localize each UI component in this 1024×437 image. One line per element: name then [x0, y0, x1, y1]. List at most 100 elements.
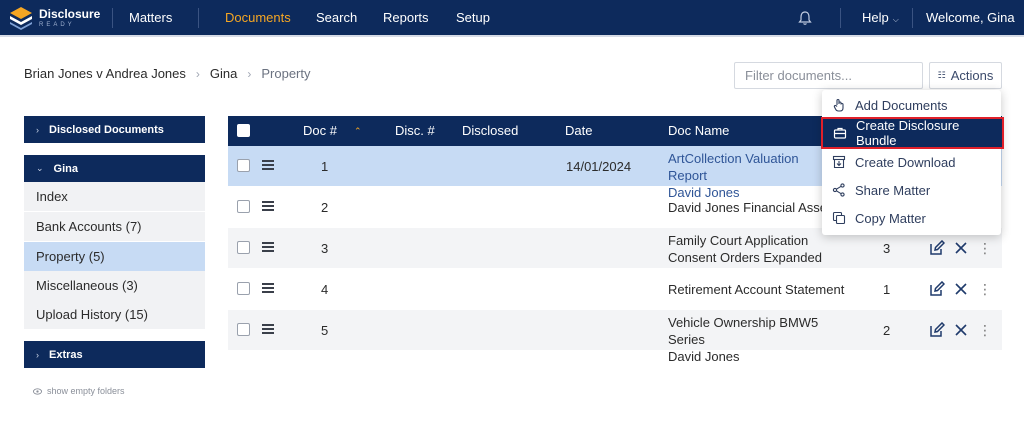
doc-name-line: David Jones: [668, 349, 740, 364]
nav-divider: [912, 8, 913, 28]
menu-item-create-disclosure-bundle[interactable]: Create Disclosure Bundle: [821, 117, 1004, 149]
column-date[interactable]: Date: [565, 116, 592, 146]
menu-item-create-download[interactable]: Create Download: [822, 148, 1001, 176]
grid-icon: ☷: [937, 70, 946, 80]
drag-handle-icon[interactable]: [262, 283, 274, 293]
row-checkbox[interactable]: [237, 323, 250, 336]
disclosure-ready-logo[interactable]: Disclosure READY: [8, 5, 108, 31]
hand-pointer-icon: [833, 98, 844, 112]
sidebar-extras[interactable]: › Extras: [24, 341, 205, 368]
sort-ascending-icon[interactable]: ⌃: [354, 116, 362, 146]
more-options-icon[interactable]: ⋮: [978, 239, 992, 257]
doc-number: 1: [321, 159, 329, 174]
doc-name-line: Vehicle Ownership BMW5 Series: [668, 315, 819, 347]
help-label: Help: [862, 10, 889, 25]
chevron-right-icon: ›: [195, 66, 200, 81]
menu-item-label: Share Matter: [855, 182, 931, 198]
table-row[interactable]: 5 Vehicle Ownership BMW5 Series David Jo…: [228, 310, 1002, 364]
doc-name[interactable]: David Jones Financial Assets: [668, 199, 837, 216]
doc-number: 2: [321, 200, 329, 215]
sidebar-item-miscellaneous[interactable]: Miscellaneous (3): [24, 271, 205, 301]
doc-pages: 1: [883, 282, 891, 297]
breadcrumb: Brian Jones v Andrea Jones › Gina › Prop…: [24, 66, 311, 81]
archive-download-icon: [832, 155, 846, 169]
menu-item-share-matter[interactable]: Share Matter: [822, 176, 1001, 204]
nav-documents[interactable]: Documents: [225, 0, 291, 35]
doc-name[interactable]: Retirement Account Statement: [668, 281, 844, 298]
more-options-icon[interactable]: ⋮: [978, 280, 992, 298]
row-checkbox[interactable]: [237, 200, 250, 213]
delete-x-icon[interactable]: [953, 281, 969, 297]
nav-divider: [198, 8, 199, 28]
breadcrumb-current: Property: [261, 66, 311, 81]
top-navigation-bar: Disclosure READY Matters Documents Searc…: [0, 0, 1024, 35]
doc-name[interactable]: Family Court Application Consent Orders …: [668, 232, 828, 266]
more-options-icon[interactable]: ⋮: [978, 321, 992, 339]
row-checkbox[interactable]: [237, 282, 250, 295]
sidebar-item-bank-accounts[interactable]: Bank Accounts (7): [24, 212, 205, 242]
actions-label: Actions: [950, 68, 994, 83]
table-row[interactable]: 4 Retirement Account Statement 1 ⋮: [228, 269, 1002, 309]
sidebar-item-index[interactable]: Index: [24, 182, 205, 212]
doc-date: 14/01/2024: [566, 159, 632, 174]
logo-icon: [10, 7, 32, 30]
menu-item-label: Add Documents: [855, 97, 948, 113]
sidebar-item-upload-history[interactable]: Upload History (15): [24, 300, 205, 330]
nav-matters[interactable]: Matters: [129, 0, 172, 35]
show-empty-folders-toggle[interactable]: show empty folders: [33, 386, 125, 396]
column-doc-number[interactable]: Doc #: [303, 116, 337, 146]
delete-x-icon[interactable]: [953, 240, 969, 256]
menu-item-add-documents[interactable]: Add Documents: [822, 91, 1001, 119]
doc-name-line: ArtCollection Valuation Report: [668, 151, 799, 183]
drag-handle-icon[interactable]: [262, 242, 274, 252]
doc-number: 4: [321, 282, 329, 297]
sidebar-disclosed-documents[interactable]: › Disclosed Documents: [24, 116, 205, 143]
share-icon: [832, 183, 845, 197]
edit-icon[interactable]: [929, 281, 945, 297]
help-menu[interactable]: Help ⌵: [862, 0, 899, 35]
actions-dropdown-menu: Add Documents Create Disclosure Bundle C…: [821, 90, 1004, 235]
doc-pages: 2: [883, 323, 891, 338]
user-welcome-menu[interactable]: Welcome, Gina: [926, 0, 1015, 35]
notification-bell-icon[interactable]: [797, 10, 813, 26]
topbar-underline: [0, 35, 1024, 37]
nav-reports[interactable]: Reports: [383, 0, 429, 35]
sidebar-header-label: Extras: [49, 348, 83, 361]
sidebar-folder-gina[interactable]: ⌄ Gina: [24, 155, 205, 182]
row-checkbox[interactable]: [237, 241, 250, 254]
edit-icon[interactable]: [929, 240, 945, 256]
doc-number: 3: [321, 241, 329, 256]
chevron-down-icon: ⌄: [36, 163, 44, 173]
breadcrumb-folder[interactable]: Gina: [210, 66, 237, 81]
nav-search[interactable]: Search: [316, 0, 357, 35]
column-doc-name[interactable]: Doc Name: [668, 116, 729, 146]
actions-button[interactable]: ☷ Actions: [929, 62, 1002, 89]
sidebar-item-property[interactable]: Property (5): [24, 242, 205, 272]
eye-icon: [33, 387, 42, 395]
delete-x-icon[interactable]: [953, 322, 969, 338]
doc-pages: 3: [883, 241, 891, 256]
show-empty-label: show empty folders: [47, 386, 125, 396]
row-checkbox[interactable]: [237, 159, 250, 172]
column-disclosed[interactable]: Disclosed: [462, 116, 518, 146]
drag-handle-icon[interactable]: [262, 160, 274, 170]
doc-number: 5: [321, 323, 329, 338]
chevron-right-icon: ›: [36, 349, 39, 360]
drag-handle-icon[interactable]: [262, 201, 274, 211]
nav-setup[interactable]: Setup: [456, 0, 490, 35]
menu-item-label: Copy Matter: [855, 210, 926, 226]
edit-icon[interactable]: [929, 322, 945, 338]
briefcase-icon: [833, 127, 847, 139]
brand-name: Disclosure: [39, 7, 101, 21]
doc-name[interactable]: Vehicle Ownership BMW5 Series David Jone…: [668, 314, 828, 365]
menu-item-label: Create Download: [855, 154, 956, 170]
select-all-checkbox[interactable]: [237, 124, 250, 137]
breadcrumb-matter[interactable]: Brian Jones v Andrea Jones: [24, 66, 186, 81]
drag-handle-icon[interactable]: [262, 324, 274, 334]
nav-divider: [112, 8, 113, 28]
sidebar-header-label: Gina: [53, 162, 78, 175]
column-disc-number[interactable]: Disc. #: [395, 116, 435, 146]
chevron-down-icon: ⌵: [892, 15, 899, 24]
filter-documents-input[interactable]: [734, 62, 923, 89]
menu-item-copy-matter[interactable]: Copy Matter: [822, 204, 1001, 232]
